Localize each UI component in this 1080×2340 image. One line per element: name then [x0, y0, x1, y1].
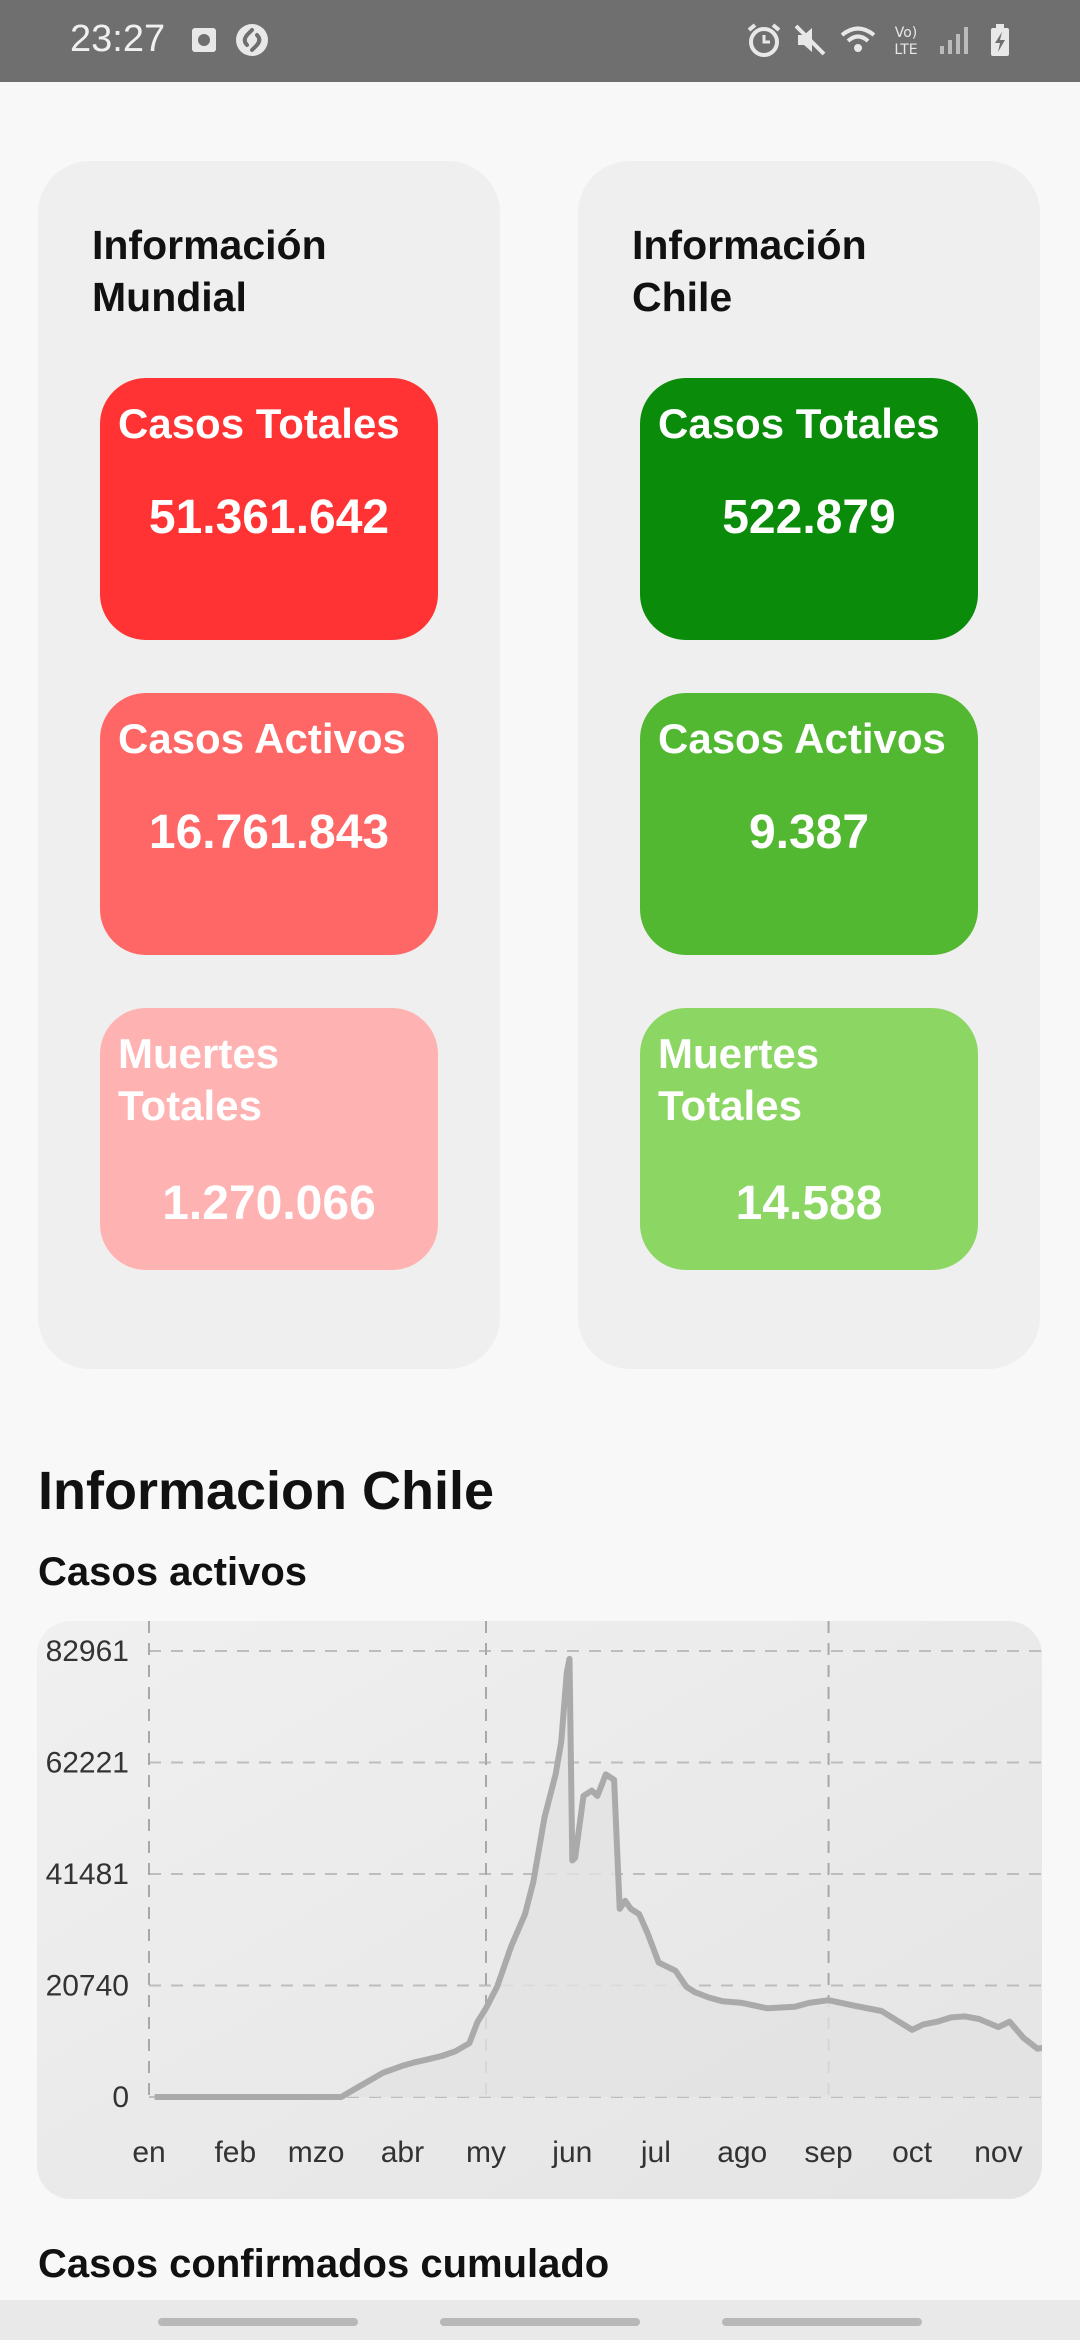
chile-info-card: Información Chile Casos Totales 522.879 … [578, 161, 1040, 1369]
x-tick-label: oct [892, 2136, 933, 2169]
shazam-icon [232, 20, 272, 60]
x-tick-label: abr [381, 2136, 424, 2169]
stat-label: Casos Activos [118, 715, 406, 762]
wifi-icon [838, 20, 878, 60]
x-tick-label: jul [640, 2136, 671, 2169]
nav-recents-handle[interactable] [158, 2318, 358, 2326]
y-tick-label: 20740 [46, 1970, 129, 2003]
battery-charging-icon [980, 20, 1020, 60]
stat-value: 9.387 [748, 806, 870, 859]
x-tick-label: nov [974, 2136, 1022, 2169]
y-tick-label: 62221 [46, 1746, 129, 1779]
mute-icon [790, 20, 830, 60]
x-tick-label: mzo [288, 2136, 345, 2169]
stat-label: Casos Totales [658, 400, 940, 447]
stat-label: Casos Totales [118, 400, 400, 447]
y-tick-label: 41481 [46, 1858, 129, 1891]
stat-label: Casos Activos [658, 715, 946, 762]
world-active-cases-tile: Casos Activos 16.761.843 [100, 693, 438, 955]
stat-label: Muertes Totales [658, 1030, 820, 1129]
svg-text:LTE: LTE [894, 42, 917, 58]
y-tick-label: 0 [112, 2081, 129, 2114]
chart-svg: 82961 62221 41481 20740 0 en feb mzo abr my jun ju… [37, 1621, 1042, 2199]
stat-label: Muertes Totales [118, 1030, 280, 1129]
world-total-cases-tile: Casos Totales 51.361.642 [100, 378, 438, 640]
nav-back-handle[interactable] [722, 2318, 922, 2326]
chile-info-title: Información Chile [632, 222, 867, 320]
signal-icon [934, 20, 974, 60]
volte-icon: Vo) LTE [886, 20, 926, 60]
chile-active-cases-tile: Casos Activos 9.387 [640, 693, 978, 955]
x-tick-label: en [132, 2136, 165, 2169]
stat-value: 51.361.642 [148, 491, 390, 544]
x-tick-label: ago [717, 2136, 767, 2169]
stat-value: 14.588 [735, 1177, 883, 1230]
chile-total-deaths-tile: Muertes Totales 14.588 [640, 1008, 978, 1270]
stat-value: 16.761.843 [148, 806, 390, 859]
chart-subtitle: Casos activos [38, 1550, 308, 1594]
stat-value: 522.879 [722, 491, 896, 544]
photo-notification-icon [184, 20, 224, 60]
nav-home-handle[interactable] [440, 2318, 640, 2326]
x-tick-label: jun [551, 2136, 592, 2169]
world-info-card: Información Mundial Casos Totales 51.361… [38, 161, 500, 1369]
x-tick-label: my [466, 2136, 506, 2169]
svg-text:Vo): Vo) [895, 25, 918, 41]
y-tick-label: 82961 [46, 1635, 129, 1668]
x-tick-label: sep [804, 2136, 852, 2169]
x-tick-label: feb [214, 2136, 256, 2169]
section-title: Informacion Chile [38, 1461, 495, 1521]
world-info-title: Información Mundial [92, 222, 327, 320]
alarm-icon [744, 20, 784, 60]
active-cases-chart[interactable]: 82961 62221 41481 20740 0 en feb mzo abr my jun ju… [37, 1621, 1042, 2199]
status-time: 23:27 [70, 18, 166, 60]
cumulative-cases-subtitle: Casos confirmados cumulado [38, 2242, 610, 2286]
chile-total-cases-tile: Casos Totales 522.879 [640, 378, 978, 640]
stat-value: 1.270.066 [162, 1177, 376, 1230]
status-bar: 23:27 Vo) LTE [0, 0, 1080, 82]
world-total-deaths-tile: Muertes Totales 1.270.066 [100, 1008, 438, 1270]
navigation-bar [0, 2300, 1080, 2340]
